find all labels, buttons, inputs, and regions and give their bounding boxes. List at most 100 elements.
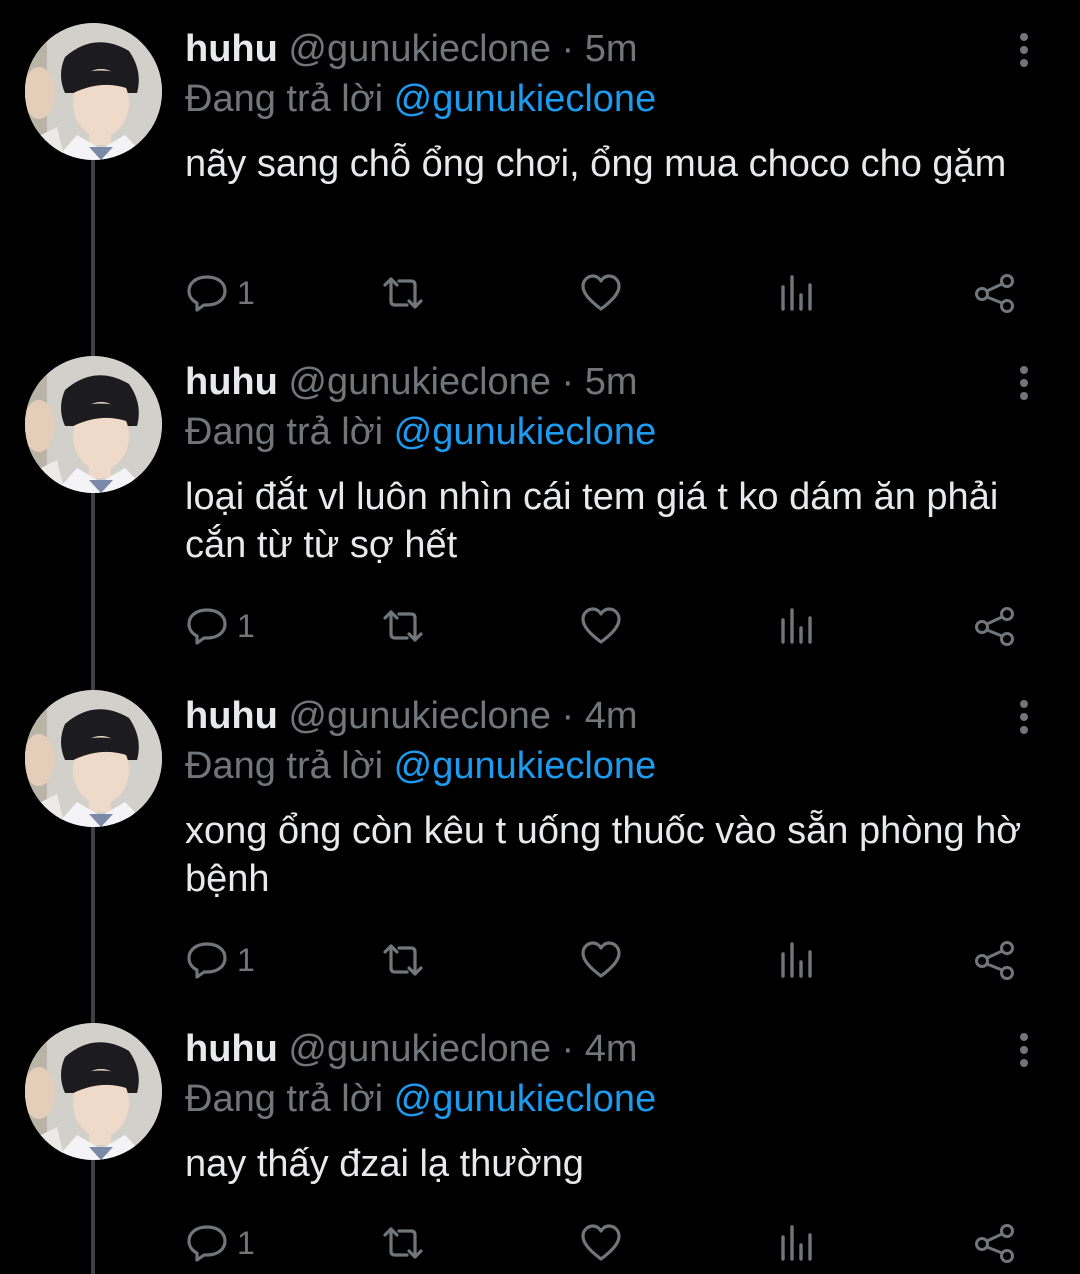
- tweet-header: huhu @gunukieclone · 4m: [185, 693, 638, 739]
- timestamp[interactable]: 4m: [585, 1028, 638, 1070]
- display-name[interactable]: huhu: [185, 28, 278, 70]
- share-icon: [975, 1224, 1014, 1263]
- thread-connector-line: [91, 333, 95, 356]
- display-name[interactable]: huhu: [185, 695, 278, 737]
- views-button[interactable]: [777, 1220, 817, 1266]
- replying-to: Đang trả lời @gunukieclone: [185, 743, 656, 789]
- separator-dot: ·: [561, 361, 575, 403]
- tweet-text: loại đắt vl luôn nhìn cái tem giá t ko d…: [185, 476, 999, 566]
- tweet-header: huhu @gunukieclone · 5m: [185, 26, 638, 72]
- thread-connector-line: [91, 667, 95, 690]
- display-name[interactable]: huhu: [185, 1028, 278, 1070]
- thread-connector-line: [91, 827, 95, 1001]
- action-bar: 1: [185, 270, 1025, 316]
- views-icon: [781, 608, 812, 644]
- avatar-photo: [25, 23, 162, 160]
- replying-to-label: Đang trả lời: [185, 745, 384, 787]
- reply-count: 1: [237, 607, 255, 644]
- retweet-button[interactable]: [379, 1220, 427, 1266]
- retweet-button[interactable]: [379, 937, 427, 983]
- reply-thread: huhu @gunukieclone · 5m Đang trả lời @gu…: [0, 0, 1080, 1274]
- like-button[interactable]: [579, 603, 623, 649]
- views-icon: [781, 1225, 812, 1261]
- retweet-icon: [383, 610, 423, 642]
- separator-dot: ·: [561, 695, 575, 737]
- share-button[interactable]: [973, 937, 1017, 983]
- share-icon: [975, 941, 1014, 980]
- like-button[interactable]: [579, 1220, 623, 1266]
- retweet-button[interactable]: [379, 603, 427, 649]
- views-button[interactable]: [777, 603, 817, 649]
- timestamp[interactable]: 4m: [585, 695, 638, 737]
- thread-connector-line: [91, 493, 95, 667]
- like-button[interactable]: [579, 270, 623, 316]
- reply-count: 1: [237, 941, 255, 978]
- heart-icon: [581, 607, 621, 644]
- more-options-button[interactable]: [1004, 1030, 1044, 1070]
- user-handle[interactable]: @gunukieclone: [288, 28, 551, 70]
- more-options-button[interactable]: [1004, 363, 1044, 403]
- share-button[interactable]: [973, 603, 1017, 649]
- tweet[interactable]: huhu @gunukieclone · 4m Đang trả lời @gu…: [0, 667, 1080, 1001]
- thread-connector-line: [91, 1160, 95, 1274]
- more-vertical-icon: [1020, 366, 1028, 400]
- reply-button[interactable]: 1: [185, 270, 255, 316]
- avatar[interactable]: [25, 690, 162, 827]
- display-name[interactable]: huhu: [185, 361, 278, 403]
- views-button[interactable]: [777, 270, 817, 316]
- more-options-button[interactable]: [1004, 697, 1044, 737]
- user-handle[interactable]: @gunukieclone: [288, 361, 551, 403]
- views-icon: [781, 942, 812, 978]
- mention-link[interactable]: @gunukieclone: [394, 745, 657, 787]
- tweet-header: huhu @gunukieclone · 5m: [185, 359, 638, 405]
- tweet-text: nãy sang chỗ ổng chơi, ổng mua choco cho…: [185, 143, 1007, 185]
- user-handle[interactable]: @gunukieclone: [288, 695, 551, 737]
- action-bar: 1: [185, 1220, 1025, 1266]
- replying-to: Đang trả lời @gunukieclone: [185, 76, 656, 122]
- timestamp[interactable]: 5m: [585, 361, 638, 403]
- avatar[interactable]: [25, 356, 162, 493]
- retweet-icon: [383, 1227, 423, 1259]
- reply-button[interactable]: 1: [185, 1220, 255, 1266]
- user-handle[interactable]: @gunukieclone: [288, 1028, 551, 1070]
- views-button[interactable]: [777, 937, 817, 983]
- tweet[interactable]: huhu @gunukieclone · 5m Đang trả lời @gu…: [0, 0, 1080, 334]
- action-bar: 1: [185, 937, 1025, 983]
- tweet[interactable]: huhu @gunukieclone · 4m Đang trả lời @gu…: [0, 1000, 1080, 1274]
- retweet-icon: [383, 277, 423, 309]
- separator-dot: ·: [561, 28, 575, 70]
- retweet-icon: [383, 944, 423, 976]
- avatar-photo: [25, 690, 162, 827]
- reply-count: 1: [237, 1224, 255, 1261]
- replying-to-label: Đang trả lời: [185, 1078, 384, 1120]
- mention-link[interactable]: @gunukieclone: [394, 78, 657, 120]
- retweet-button[interactable]: [379, 270, 427, 316]
- reply-button[interactable]: 1: [185, 603, 255, 649]
- avatar[interactable]: [25, 1023, 162, 1160]
- mention-link[interactable]: @gunukieclone: [394, 411, 657, 453]
- reply-icon: [187, 275, 227, 312]
- like-button[interactable]: [579, 937, 623, 983]
- replying-to: Đang trả lời @gunukieclone: [185, 409, 656, 455]
- reply-icon: [187, 1225, 227, 1262]
- share-icon: [975, 274, 1014, 313]
- reply-icon: [187, 942, 227, 979]
- reply-count: 1: [237, 274, 255, 311]
- timestamp[interactable]: 5m: [585, 28, 638, 70]
- more-options-button[interactable]: [1004, 30, 1044, 70]
- share-button[interactable]: [973, 270, 1017, 316]
- replying-to-label: Đang trả lời: [185, 78, 384, 120]
- thread-connector-line: [91, 160, 95, 334]
- heart-icon: [581, 1224, 621, 1261]
- reply-button[interactable]: 1: [185, 937, 255, 983]
- tweet-header: huhu @gunukieclone · 4m: [185, 1026, 638, 1072]
- more-vertical-icon: [1020, 1033, 1028, 1067]
- tweet-text: nay thấy đzai lạ thường: [185, 1143, 584, 1185]
- mention-link[interactable]: @gunukieclone: [394, 1078, 657, 1120]
- avatar-photo: [25, 356, 162, 493]
- tweet[interactable]: huhu @gunukieclone · 5m Đang trả lời @gu…: [0, 333, 1080, 667]
- views-icon: [781, 275, 812, 311]
- share-button[interactable]: [973, 1220, 1017, 1266]
- avatar[interactable]: [25, 23, 162, 160]
- tweet-text: xong ổng còn kêu t uống thuốc vào sẵn ph…: [185, 810, 1022, 900]
